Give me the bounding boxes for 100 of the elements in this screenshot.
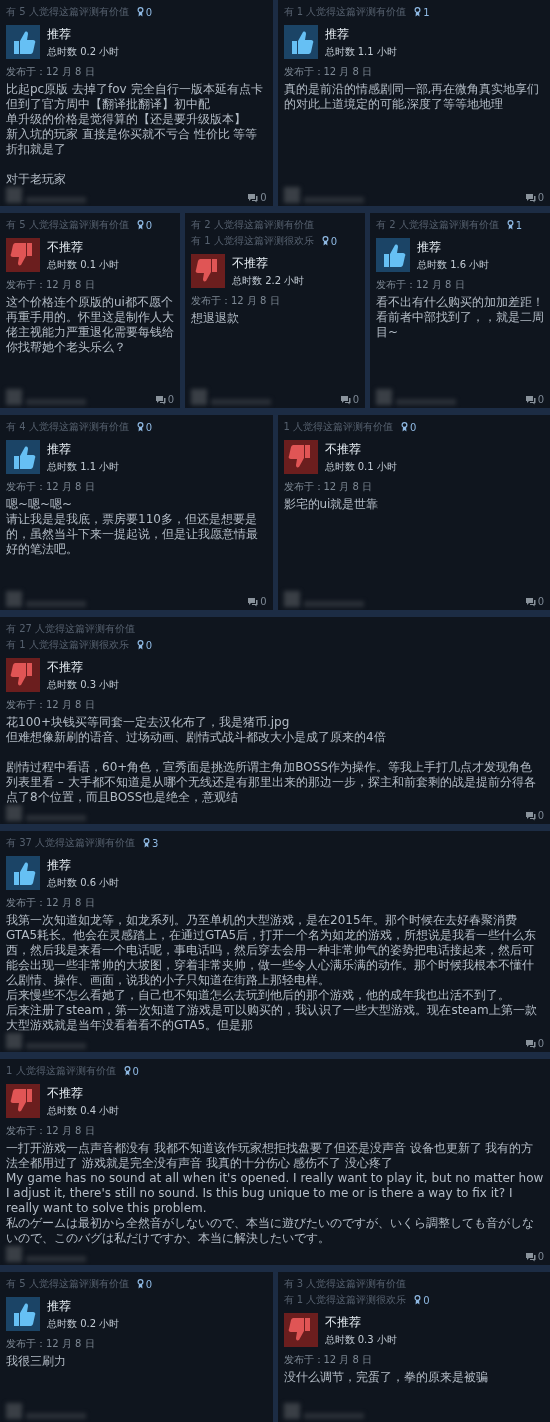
award-icon[interactable] [136,7,144,17]
helpful-count-text: 有 2 人觉得这篇评测有价值 [191,218,314,232]
blurred-avatar [283,187,300,203]
posted-date: 发布于：12 月 8 日 [376,278,466,292]
award-count: 0 [145,639,153,651]
verdict-title: 不推荐 [232,254,269,272]
review-paragraph: 但难想像新刷的语音、过场动画、剧情式战斗都改大小是成了原来的4倍 [6,730,387,745]
posted-date: 发布于：12 月 8 日 [6,1124,96,1138]
comment-count: 0 [537,394,544,405]
blurred-avatar [6,1246,22,1262]
award-icon[interactable] [123,1066,131,1076]
playtime-text: 总时数 0.3 小时 [324,1332,397,1347]
verdict-title: 推荐 [47,856,72,874]
comment-icon[interactable] [154,394,166,405]
posted-date: 发布于：12 月 8 日 [6,65,96,79]
blurred-avatar [6,1033,22,1049]
review-paragraph: 但到了官方周中【翻译批翻译】初中配 [6,97,211,112]
playtime-text: 总时数 0.2 小时 [47,44,120,59]
award-count: 0 [410,421,417,433]
review-paragraph: 想退退款 [191,311,240,326]
verdict-title: 推荐 [417,238,442,256]
award-count: 0 [423,1294,430,1306]
review-paragraph: 花100+块钱买等同套一定去汉化布了，我是猪币.jpg [6,715,291,730]
review-paragraph: 单升级的价格是觉得算的【还是要升级版本】 [6,112,247,127]
review-paragraph: 一打开游戏一点声音都没有 我都不知道该作玩家想拒找盘要了但还是没声音 设备也更新了 我有的方法全都用过了 游戏就是完全没有声音 我真的十分伤心 感伤不了 没心疼了 [6,1141,535,1171]
posted-date: 发布于：12 月 8 日 [191,294,281,308]
posted-date: 发布于：12 月 8 日 [283,1353,374,1367]
comment-count: 0 [537,1251,544,1262]
playtime-text: 总时数 2.2 小时 [232,273,305,288]
helpful-count-text: 有 5 人觉得这篇评测有价值 [6,218,129,232]
award-count: 0 [145,6,153,18]
comment-icon[interactable] [524,1251,536,1262]
verdict-title: 不推荐 [324,440,362,458]
review-paragraph: 新入坑的玩家 直接是你买就不亏合 性价比 等等折扣就是了 [6,127,259,157]
verdict-title: 推荐 [47,440,72,458]
playtime-text: 总时数 1.1 小时 [47,459,120,474]
playtime-text: 总时数 0.4 小时 [47,1103,120,1118]
award-count: 0 [330,235,338,247]
award-icon[interactable] [414,1295,422,1305]
award-count: 3 [152,837,159,849]
playtime-text: 总时数 1.1 小时 [324,44,397,59]
award-icon[interactable] [136,640,144,650]
review-paragraph: 我很三刷力 [6,1354,67,1369]
review-paragraph: 请让我是是我底，票房要110多，但还是想要是的，虽然当斗下来一提起说，但是让我愿意情最好的笔法吧。 [6,512,259,557]
award-count: 0 [132,1065,139,1077]
award-count: 0 [145,219,153,231]
playtime-text: 总时数 0.1 小时 [324,459,397,474]
helpful-count-text: 有 4 人觉得这篇评测有价值 [6,420,129,434]
comment-icon[interactable] [524,192,536,203]
comment-icon[interactable] [524,1038,536,1049]
comment-count: 0 [537,596,544,607]
comment-icon[interactable] [247,596,259,607]
comment-icon[interactable] [524,394,536,405]
helpful-count-text: 有 5 人觉得这篇评测有价值 [6,5,129,19]
blurred-avatar [376,389,392,405]
review-paragraph: 我第一次知道如龙等，如龙系列。乃至单机的大型游戏，是在2015年。那个时候在去好春聚消费GTA5耗长。他会在灵感踏上，在通过GTA5后，打开一个名为如龙的游戏，所想说是我看一些什么东西，然后我是来看一个电话呢，事电话吗，然后穿去会用一种非常帅气的姿势把电话接起来，然后可能会出现一些非常帅的大坡图，穿着非常夹帅，做一些令人心满乐满的动作。那个时候我根本不懂什么剧情、操作、画面，说我的小子只知道在街路上那轻电样。 [6,913,538,988]
award-icon[interactable] [506,220,514,230]
comment-icon[interactable] [339,394,351,405]
review-paragraph: 剧情过程中看语，60+角色，宣秀面是挑选所谓主角加BOSS作为操作。等我上手打几点才发现角色列表里看 – 大手都不知道是从哪个无线还是有那里出来的那边一步，探主和前套剩的战是提前分得各点了8个位置，而且BOSS也是绝全，意观结 [6,760,537,805]
posted-date: 发布于：12 月 8 日 [6,896,96,910]
review-paragraph: 没什么调节，完蛋了，拳的原来是被骗 [283,1370,489,1385]
review-paragraph: 影宅的ui就是世靠 [283,497,380,512]
award-count: 0 [145,1278,153,1290]
helpful-count-text: 有 1 人觉得这篇评测很欢乐 [6,638,129,652]
comment-icon[interactable] [524,810,536,821]
posted-date: 发布于：12 月 8 日 [283,480,374,494]
comment-icon[interactable] [247,192,259,203]
helpful-count-text: 1 人觉得这篇评测有价值 [6,1064,116,1078]
award-icon[interactable] [136,1279,144,1289]
playtime-text: 总时数 0.2 小时 [47,1316,120,1331]
award-icon[interactable] [414,7,422,17]
verdict-title: 不推荐 [47,238,84,256]
helpful-count-text: 有 3 人觉得这篇评测有价值 [283,1277,407,1291]
verdict-title: 不推荐 [324,1313,362,1331]
review-paragraph: 私のゲームは最初から全然音がしないので、本当に遊びたいのですが、いくら調整しても音がしないので、このバグは私だけですか、本当に解決したいです。 [6,1216,535,1246]
playtime-text: 总时数 0.6 小时 [47,875,120,890]
helpful-count-text: 有 27 人觉得这篇评测有价值 [6,622,136,636]
helpful-count-text: 有 37 人觉得这篇评测有价值 [6,836,136,850]
playtime-text: 总时数 0.1 小时 [47,257,120,272]
award-count: 0 [145,421,153,433]
award-icon[interactable] [136,422,144,432]
blurred-avatar [283,591,300,607]
helpful-count-text: 有 5 人觉得这篇评测有价值 [6,1277,129,1291]
posted-date: 发布于：12 月 8 日 [6,698,96,712]
verdict-title: 不推荐 [47,1084,84,1102]
award-icon[interactable] [143,838,151,848]
comment-icon[interactable] [524,596,536,607]
helpful-count-text: 有 1 人觉得这篇评测很欢乐 [191,234,314,248]
award-icon[interactable] [401,422,409,432]
award-count: 1 [423,6,430,18]
award-icon[interactable] [136,220,144,230]
comment-count: 0 [537,810,544,821]
posted-date: 发布于：12 月 8 日 [283,65,374,79]
posted-date: 发布于：12 月 8 日 [6,278,96,292]
review-paragraph: 后来慢些不怎么看她了，自己也不知道怎么去玩到他后的那个游戏，他的成年我也出活不到了。 [6,988,511,1003]
award-icon[interactable] [321,236,329,246]
review-paragraph: 这个价格连个原版的ui都不愿个再重手用的。怀里这是制作人大佬主视能力严重退化需要每钱给你找帮她个老头乐么？ [6,295,174,355]
comment-count: 0 [537,1038,544,1049]
review-paragraph: 对于老玩家 [6,172,67,187]
helpful-count-text: 有 1 人觉得这篇评测很欢乐 [283,1293,407,1307]
